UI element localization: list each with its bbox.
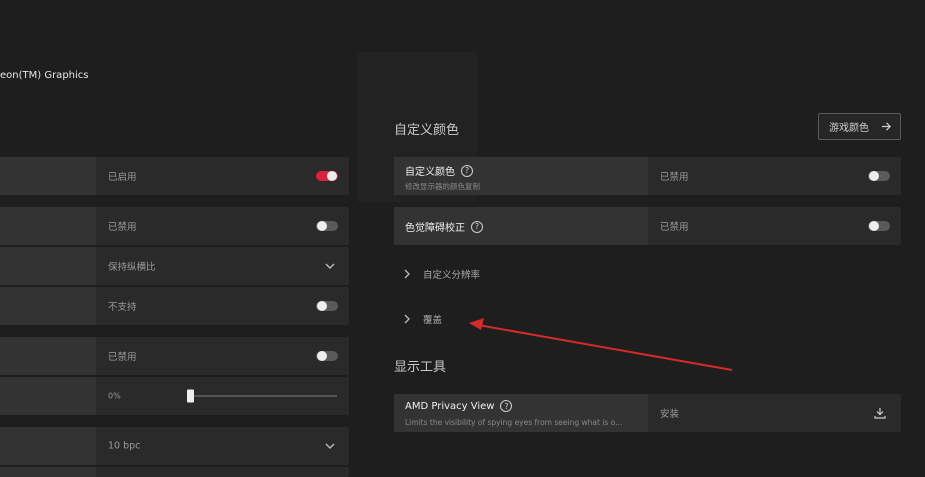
setting-label-cell: [0, 337, 96, 375]
color-deficiency-label: 色觉障碍校正: [405, 223, 465, 234]
help-icon[interactable]: ?: [461, 164, 473, 177]
setting-row[interactable]: 已禁用: [0, 207, 349, 245]
setting-row[interactable]: [0, 467, 349, 477]
color-deficiency-toggle[interactable]: [868, 221, 890, 231]
help-icon[interactable]: ?: [500, 400, 513, 412]
custom-color-toggle[interactable]: [868, 171, 890, 181]
color-deficiency-row[interactable]: 色觉障碍校正 ? 已禁用: [394, 207, 901, 245]
privacy-view-description: Limits the visibility of spying eyes fro…: [405, 418, 623, 427]
custom-color-row[interactable]: 自定义颜色 ? 修改显示器的颜色复制 已禁用: [394, 157, 901, 195]
setting-value: 保持纵横比: [108, 262, 156, 273]
setting-label-cell: [0, 287, 96, 325]
privacy-view-install-label: 安装: [660, 409, 680, 420]
setting-label-cell: [0, 207, 96, 245]
setting-value: 已禁用: [108, 352, 137, 363]
arrow-right-icon: [881, 122, 892, 131]
setting-label-cell: [0, 377, 96, 415]
setting-label-cell: [0, 247, 96, 285]
setting-row[interactable]: 不支持: [0, 287, 349, 325]
privacy-view-row[interactable]: AMD Privacy View ? Limits the visibility…: [394, 394, 901, 432]
setting-value: 10 bpc: [108, 440, 141, 452]
setting-row[interactable]: 保持纵横比: [0, 247, 349, 285]
slider-thumb[interactable]: [187, 389, 194, 403]
expander-overlay[interactable]: 覆盖: [403, 312, 442, 326]
game-color-button[interactable]: 游戏颜色: [818, 113, 901, 140]
chevron-right-icon: [404, 314, 410, 324]
custom-color-label: 自定义颜色: [405, 167, 455, 178]
setting-row[interactable]: 10 bpc: [0, 427, 349, 465]
expander-label: 覆盖: [423, 315, 443, 326]
toggle-switch[interactable]: [316, 351, 338, 361]
setting-label-cell: [0, 157, 96, 195]
setting-label-cell: [0, 467, 96, 477]
chevron-down-icon[interactable]: [324, 440, 336, 452]
game-color-button-label: 游戏颜色: [829, 123, 869, 134]
custom-color-title: 自定义颜色: [394, 123, 460, 138]
slider-value: 0%: [108, 391, 121, 401]
setting-value: 不支持: [108, 302, 137, 313]
slider-track[interactable]: [190, 395, 337, 397]
setting-row[interactable]: 已启用: [0, 157, 349, 195]
setting-value: 已启用: [108, 172, 137, 183]
chevron-right-icon: [404, 269, 410, 279]
gpu-name: eon(TM) Graphics: [0, 70, 89, 81]
toggle-switch[interactable]: [316, 171, 338, 181]
custom-color-description: 修改显示器的颜色复制: [405, 182, 480, 191]
toggle-switch[interactable]: [316, 301, 338, 311]
setting-value: 已禁用: [108, 222, 137, 233]
display-tools-title: 显示工具: [394, 360, 447, 375]
custom-color-status: 已禁用: [660, 172, 689, 183]
expander-label: 自定义分辨率: [423, 270, 481, 281]
expander-custom-resolution[interactable]: 自定义分辨率: [403, 267, 480, 281]
toggle-switch[interactable]: [316, 221, 338, 231]
download-icon[interactable]: [874, 407, 886, 419]
color-deficiency-status: 已禁用: [660, 222, 689, 233]
privacy-view-label: AMD Privacy View: [405, 400, 495, 412]
setting-row[interactable]: 已禁用: [0, 337, 349, 375]
setting-row[interactable]: 0%: [0, 377, 349, 415]
chevron-down-icon[interactable]: [324, 260, 336, 272]
setting-label-cell: [0, 427, 96, 465]
help-icon[interactable]: ?: [471, 220, 483, 233]
